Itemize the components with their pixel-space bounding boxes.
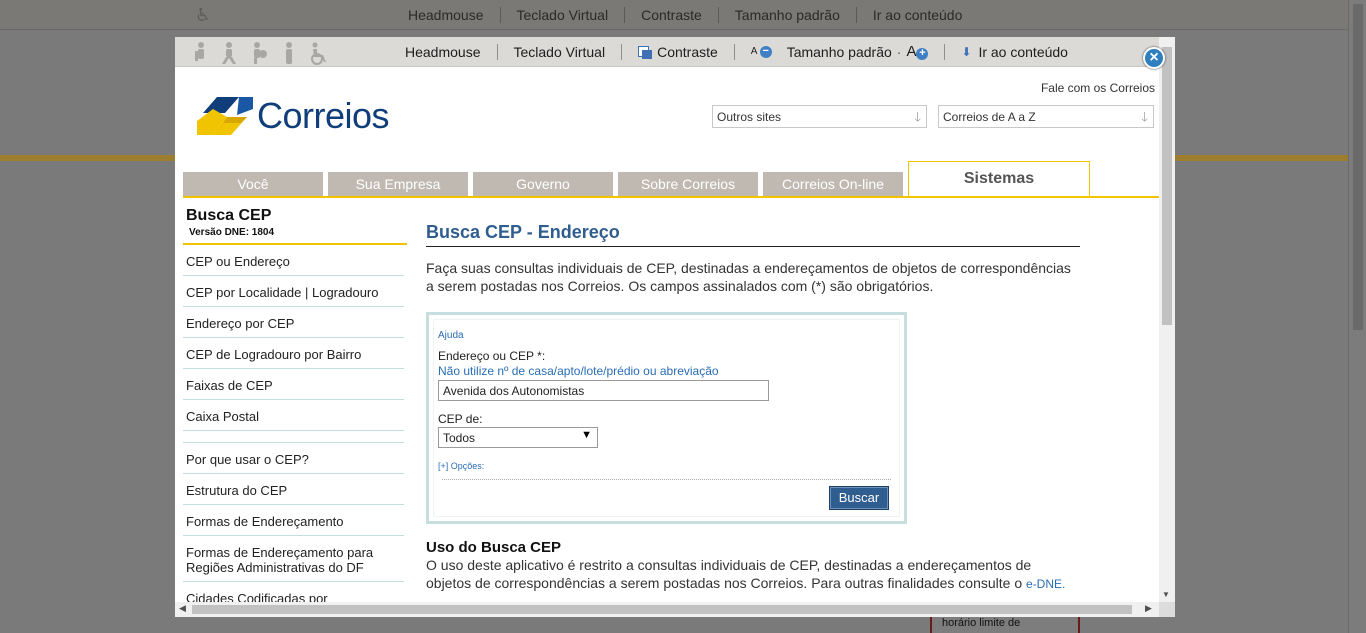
contraste-link[interactable]: Contraste [622,44,735,60]
sidebar-item-faixas-de-cep[interactable]: Faixas de CEP [183,369,404,400]
background-scrollbar [1348,0,1366,633]
background-accessibility-figures-icon: ♿︎ [195,5,212,25]
tamanho-padrao-link[interactable]: Tamanho padrão [787,44,892,60]
logo-text: Correios [257,95,390,136]
endereco-input[interactable]: Avenida dos Autonomistas [438,380,769,401]
uso-text-body: O uso deste aplicativo é restrito a cons… [426,557,1032,591]
vertical-scrollbar-thumb[interactable] [1162,47,1172,325]
tabs-underline [183,196,1159,198]
page-title: Busca CEP - Endereço [426,222,1080,247]
horizontal-scrollbar-thumb[interactable] [192,605,1132,614]
correios-a-z-select[interactable]: Correios de A a Z 🡓 [938,105,1154,128]
close-icon[interactable]: × [1143,47,1165,69]
ir-ao-conteudo-link[interactable]: ⬇ Ir ao conteúdo [945,44,1084,60]
sidebar-gap [183,431,404,443]
minus-icon: − [759,46,772,58]
sidebar-item-formas-de-enderecamento[interactable]: Formas de Endereçamento [183,505,404,536]
sidebar-item-estrutura-do-cep[interactable]: Estrutura do CEP [183,474,404,505]
tab-voce[interactable]: Você [183,172,323,196]
background-ir-conteudo-link: Ir ao conteúdo [872,7,963,23]
font-decrease-button[interactable]: A − [751,44,772,60]
accessibility-bar: Headmouse Teclado Virtual Contraste A − … [175,37,1175,67]
endereco-label: Endereço ou CEP *: [438,349,546,363]
correios-a-z-label: Correios de A a Z [943,110,1036,124]
background-contraste-link: Contraste [625,7,719,23]
modal-window: Headmouse Teclado Virtual Contraste A − … [175,37,1175,617]
ajuda-link[interactable]: Ajuda [438,330,464,341]
scroll-left-icon[interactable]: ◀ [179,603,186,614]
correios-logo[interactable]: Correios [197,95,390,137]
sidebar-item-endereco-por-cep[interactable]: Endereço por CEP [183,307,404,338]
background-tamanho-link: Tamanho padrão [719,7,857,23]
sidebar-item-cep-por-bairro[interactable]: CEP de Logradouro por Bairro [183,338,404,369]
sidebar-item-cep-ou-endereco[interactable]: CEP ou Endereço [183,245,404,276]
font-increase-button[interactable]: A + [906,43,929,60]
sidebar-item-por-que-usar[interactable]: Por que usar o CEP? [183,443,404,474]
arrow-down-icon: ⬇ [961,44,972,59]
plus-icon: + [916,48,929,60]
buscar-button[interactable]: Buscar [829,486,889,510]
form-divider [442,479,891,480]
sidebar: Busca CEP Versão DNE: 1804 CEP ou Endere… [183,207,407,612]
contraste-label: Contraste [657,44,718,60]
horizontal-scrollbar[interactable]: ◀ ▶ [175,602,1159,617]
contrast-icon [638,45,653,59]
accessibility-figures-icon [193,41,333,65]
scroll-right-icon[interactable]: ▶ [1145,603,1152,614]
cep-de-label: CEP de: [438,412,483,426]
teclado-virtual-link[interactable]: Teclado Virtual [498,44,623,60]
chevron-down-icon: 🡓 [1141,109,1148,124]
teclado-virtual-label: Teclado Virtual [513,44,606,60]
search-form: Ajuda Endereço ou CEP *: Não utilize nº … [426,312,907,524]
fale-com-correios-link[interactable]: Fale com os Correios [1041,81,1155,95]
uso-title: Uso do Busca CEP [426,539,562,556]
tab-governo[interactable]: Governo [473,172,613,196]
dropdown-arrow-icon: ▼ [581,429,592,441]
sidebar-item-formas-df[interactable]: Formas de Endereçamento para Regiões Adm… [183,536,404,582]
endereco-hint: Não utilize nº de casa/apto/lote/prédio … [438,364,719,378]
tab-sua-empresa[interactable]: Sua Empresa [328,172,468,196]
main-content: Busca CEP - Endereço Faça suas consultas… [426,222,1080,295]
font-large-label: A [906,43,917,60]
scroll-down-icon[interactable]: ▼ [1162,590,1170,599]
e-dne-link[interactable]: e-DNE. [1026,577,1065,591]
opcoes-toggle[interactable]: [+] Opções: [438,461,484,471]
background-headmouse-link: Headmouse [392,7,501,23]
main-navigation-tabs: Você Sua Empresa Governo Sobre Correios … [183,161,1159,198]
uso-text: O uso deste aplicativo é restrito a cons… [426,556,1080,593]
ir-ao-conteudo-label: Ir ao conteúdo [978,44,1068,60]
tab-correios-online[interactable]: Correios On-line [763,172,903,196]
headmouse-link[interactable]: Headmouse [389,44,498,60]
sidebar-item-cep-por-localidade[interactable]: CEP por Localidade | Logradouro [183,276,404,307]
tab-sistemas[interactable]: Sistemas [908,161,1090,198]
chevron-down-icon: 🡓 [914,109,921,124]
font-size-controls: A − Tamanho padrão · A + [735,44,946,60]
correios-logo-icon [197,97,253,135]
sidebar-item-caixa-postal[interactable]: Caixa Postal [183,400,404,431]
font-small-label: A [750,46,757,57]
outros-sites-select[interactable]: Outros sites 🡓 [712,105,927,128]
intro-text: Faça suas consultas individuais de CEP, … [426,260,1071,294]
sidebar-title: Busca CEP [186,207,272,224]
outros-sites-label: Outros sites [717,110,782,124]
cep-de-value: Todos [443,431,476,445]
scrollbar-corner [1159,602,1175,617]
cep-de-select[interactable]: Todos ▼ [438,427,598,448]
background-card: horário limite de [930,617,1080,633]
sidebar-version: Versão DNE: 1804 [189,227,275,238]
headmouse-label: Headmouse [405,44,481,60]
background-accessibility-bar: ♿︎ Headmouse Teclado Virtual Contraste T… [0,0,1366,30]
vertical-scrollbar[interactable]: ▼ [1159,37,1175,602]
background-teclado-link: Teclado Virtual [501,7,626,23]
tab-sobre-correios[interactable]: Sobre Correios [618,172,758,196]
